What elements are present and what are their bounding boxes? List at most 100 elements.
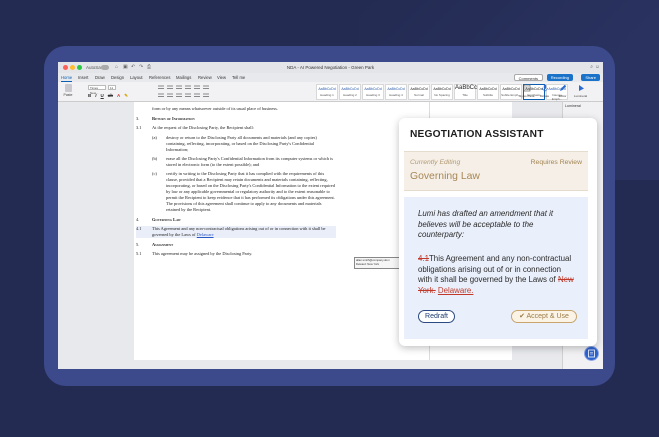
align-center-icon[interactable] xyxy=(167,93,173,97)
item-c-label: (c) xyxy=(152,171,157,177)
paste-button[interactable]: Paste xyxy=(63,84,73,100)
style-sample: AaBbCcDd xyxy=(387,87,405,91)
recording-button[interactable]: Recording xyxy=(546,74,573,81)
tab-mailings[interactable]: Mailings xyxy=(176,75,191,80)
currently-editing-label: Currently Editing xyxy=(410,159,461,166)
align-buttons xyxy=(158,93,209,97)
tab-tell-me[interactable]: Tell me xyxy=(232,75,245,80)
strikethrough-icon[interactable]: ab xyxy=(108,93,113,99)
format-buttons: B I U ab A ✎ xyxy=(88,93,128,99)
requires-review-status: Requires Review xyxy=(530,159,582,166)
align-left-icon[interactable] xyxy=(158,93,164,97)
governing-law-clause[interactable]: 4.1 This Agreement and any non-contractua… xyxy=(136,226,336,238)
tab-design[interactable]: Design xyxy=(111,75,124,80)
italic-icon[interactable]: I xyxy=(95,93,96,99)
style-name: Heading 1 xyxy=(320,93,334,97)
align-right-icon[interactable] xyxy=(176,93,182,97)
title-bar: AutoSave ⌂ ▣ ↶ ↷ ⎙ NDA - AI Powered Nego… xyxy=(58,62,603,73)
clause-3-1-text: At the request of the Disclosing Party, … xyxy=(152,125,254,131)
ribbon-toolbar: Paste Times New... 11 B I U ab A ✎ AaBbC… xyxy=(58,82,603,102)
accept-and-use-button[interactable]: ✔ Accept & Use xyxy=(511,310,577,323)
deleted-clause-number: 4.1 xyxy=(418,254,429,263)
tab-insert[interactable]: Insert xyxy=(78,75,88,80)
share-button[interactable]: Share xyxy=(581,74,600,81)
highlight-icon[interactable]: ✎ xyxy=(124,93,128,99)
tab-references[interactable]: References xyxy=(149,75,170,80)
editor-button[interactable]: Editor xyxy=(554,84,571,98)
document-text[interactable]: form or by any means whatsoever outside … xyxy=(136,106,336,261)
style-name: Subtitle xyxy=(482,93,493,97)
search-icon[interactable]: ⌕ xyxy=(590,64,593,70)
clause-4-1-text: This Agreement and any non-contractual o… xyxy=(152,226,326,237)
section-3-heading: Return of Information xyxy=(152,115,195,121)
tab-layout[interactable]: Layout xyxy=(130,75,143,80)
item-b-text: erase all the Disclosing Party's Confide… xyxy=(166,155,333,167)
redraft-button[interactable]: Redraft xyxy=(418,310,455,323)
tracked-change-comment[interactable]: allan.smith@company.dom Deleted: New Yor… xyxy=(354,257,400,269)
font-size-select[interactable]: 11 xyxy=(108,85,116,90)
comments-button[interactable]: Comments xyxy=(513,74,543,81)
style-subtitle[interactable]: AaBbCcDd Subtitle xyxy=(477,84,499,100)
amendment-card: Lumi has drafted an amendment that it be… xyxy=(404,197,588,339)
multilevel-icon[interactable] xyxy=(176,85,182,89)
section-4-number: 4. xyxy=(136,216,140,222)
tab-home[interactable]: Home xyxy=(61,75,73,82)
checkmark-icon: ✔ xyxy=(519,313,527,320)
panel-title: NEGOTIATION ASSISTANT xyxy=(410,129,544,140)
style-sample: AaBbCcDd xyxy=(318,87,336,91)
editor-label: Editor xyxy=(558,94,567,98)
styles-pane-icon xyxy=(523,84,530,92)
word-app-badge[interactable] xyxy=(584,346,599,361)
sort-icon[interactable] xyxy=(203,85,209,89)
item-a-text: destroy or return to the Disclosing Part… xyxy=(166,134,317,152)
justify-icon[interactable] xyxy=(185,93,191,97)
tab-draw[interactable]: Draw xyxy=(95,75,105,80)
styles-pane-label: Styles Pane xyxy=(518,94,535,98)
style-sample: AaBbCcDd xyxy=(364,87,382,91)
style-normal[interactable]: AaBbCcDd Normal xyxy=(408,84,430,100)
list-buttons xyxy=(158,85,209,89)
clause-5-1-text: This agreement may be assigned by the Di… xyxy=(152,251,253,257)
style-heading-2[interactable]: AaBbCcDd Heading 2 xyxy=(339,84,361,100)
editor-pen-icon xyxy=(559,84,566,91)
style-heading-4[interactable]: AaBbCcDd Heading 4 xyxy=(385,84,407,100)
bullets-icon[interactable] xyxy=(158,85,164,89)
preceding-line: form or by any means whatsoever outside … xyxy=(152,106,278,111)
underline-icon[interactable]: U xyxy=(101,93,104,99)
dictate-label: Dictate xyxy=(539,94,550,98)
tab-review[interactable]: Review xyxy=(198,75,212,80)
indent-icon[interactable] xyxy=(185,85,191,89)
clause-5-1-number: 5.1 xyxy=(136,251,142,257)
style-no-spacing[interactable]: AaBbCcDd No Spacing xyxy=(431,84,453,100)
section-5-heading: Assignment xyxy=(152,241,174,247)
word-doc-icon xyxy=(588,349,595,358)
outdent-icon[interactable] xyxy=(194,85,200,89)
style-title[interactable]: AaBbCc Title xyxy=(454,84,477,100)
bold-icon[interactable]: B xyxy=(88,93,91,99)
tab-view[interactable]: View xyxy=(217,75,226,80)
governing-law-jurisdiction[interactable]: Delaware xyxy=(197,232,214,237)
lumineral-button[interactable]: Lumineral xyxy=(572,84,589,98)
style-heading-3[interactable]: AaBbCcDd Heading 3 xyxy=(362,84,384,100)
inserted-jurisdiction: Delaware. xyxy=(437,285,474,295)
window-title: NDA - AI Powered Negotiation - Green Par… xyxy=(286,65,375,70)
account-icon[interactable]: ☺ xyxy=(595,64,600,70)
item-c-text: certify in writing to the Disclosing Par… xyxy=(166,171,335,212)
shading-icon[interactable] xyxy=(203,93,209,97)
style-name: Normal xyxy=(414,93,424,97)
accept-label: Accept & Use xyxy=(526,313,569,320)
ribbon-tabs: Home Insert Draw Design Layout Reference… xyxy=(58,73,603,82)
line-spacing-icon[interactable] xyxy=(194,93,200,97)
styles-pane-button[interactable]: Styles Pane xyxy=(518,84,535,98)
font-name-select[interactable]: Times New... xyxy=(88,85,106,95)
style-name: No Spacing xyxy=(434,93,450,97)
style-sample: AaBbCcDd xyxy=(479,87,497,91)
amendment-text: 4.1This Agreement and any non-contractua… xyxy=(418,254,576,296)
item-b-label: (b) xyxy=(152,155,158,161)
style-heading-1[interactable]: AaBbCcDd Heading 1 xyxy=(316,84,338,100)
dictate-button[interactable]: Dictate xyxy=(536,84,553,98)
style-name: Heading 4 xyxy=(389,93,403,97)
font-color-icon[interactable]: A xyxy=(117,93,120,99)
lumi-message: Lumi has drafted an amendment that it be… xyxy=(418,209,554,240)
numbering-icon[interactable] xyxy=(167,85,173,89)
